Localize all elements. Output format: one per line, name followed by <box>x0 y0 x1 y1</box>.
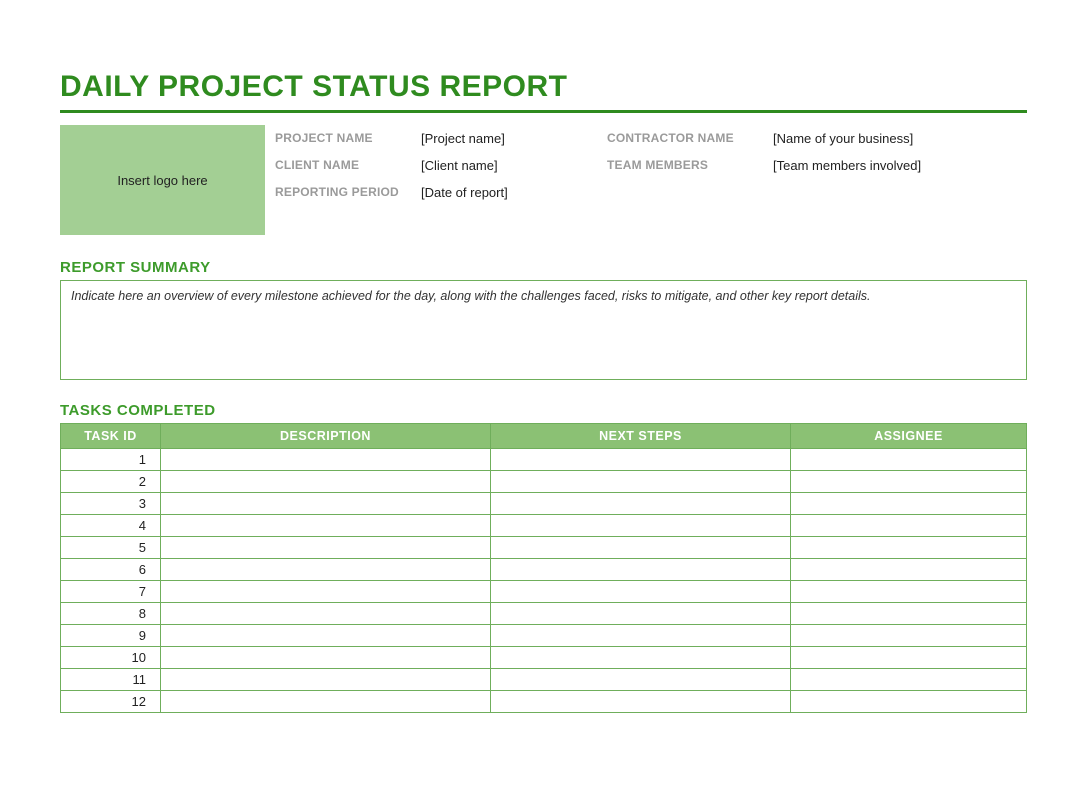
task-id-cell[interactable]: 4 <box>61 515 161 537</box>
task-next-steps-cell[interactable] <box>491 691 791 713</box>
contractor-name-value[interactable]: [Name of your business] <box>773 131 1027 146</box>
task-assignee-cell[interactable] <box>791 581 1027 603</box>
team-members-value[interactable]: [Team members involved] <box>773 158 1027 173</box>
task-description-cell[interactable] <box>161 449 491 471</box>
team-members-label: TEAM MEMBERS <box>607 158 767 173</box>
task-next-steps-cell[interactable] <box>491 471 791 493</box>
task-assignee-cell[interactable] <box>791 625 1027 647</box>
task-description-cell[interactable] <box>161 537 491 559</box>
task-next-steps-cell[interactable] <box>491 559 791 581</box>
task-id-cell[interactable]: 2 <box>61 471 161 493</box>
task-description-cell[interactable] <box>161 493 491 515</box>
task-id-cell[interactable]: 6 <box>61 559 161 581</box>
report-summary-box[interactable]: Indicate here an overview of every miles… <box>60 280 1027 380</box>
task-next-steps-cell[interactable] <box>491 581 791 603</box>
task-id-cell[interactable]: 8 <box>61 603 161 625</box>
task-next-steps-cell[interactable] <box>491 647 791 669</box>
task-next-steps-cell[interactable] <box>491 603 791 625</box>
task-next-steps-cell[interactable] <box>491 537 791 559</box>
task-description-cell[interactable] <box>161 581 491 603</box>
task-assignee-cell[interactable] <box>791 669 1027 691</box>
table-row: 10 <box>61 647 1027 669</box>
task-id-cell[interactable]: 9 <box>61 625 161 647</box>
task-id-cell[interactable]: 1 <box>61 449 161 471</box>
task-assignee-cell[interactable] <box>791 603 1027 625</box>
task-id-cell[interactable]: 10 <box>61 647 161 669</box>
client-name-value[interactable]: [Client name] <box>421 158 601 173</box>
task-description-cell[interactable] <box>161 691 491 713</box>
task-id-cell[interactable]: 12 <box>61 691 161 713</box>
task-description-cell[interactable] <box>161 471 491 493</box>
table-row: 4 <box>61 515 1027 537</box>
table-row: 5 <box>61 537 1027 559</box>
reporting-period-value[interactable]: [Date of report] <box>421 185 601 200</box>
task-id-cell[interactable]: 7 <box>61 581 161 603</box>
logo-placeholder[interactable]: Insert logo here <box>60 125 265 235</box>
task-description-cell[interactable] <box>161 559 491 581</box>
table-row: 9 <box>61 625 1027 647</box>
task-assignee-cell[interactable] <box>791 449 1027 471</box>
contractor-name-label: CONTRACTOR NAME <box>607 131 767 146</box>
tasks-table: TASK ID DESCRIPTION NEXT STEPS ASSIGNEE … <box>60 423 1027 713</box>
page-title: DAILY PROJECT STATUS REPORT <box>60 70 1027 113</box>
col-description: DESCRIPTION <box>161 424 491 449</box>
task-description-cell[interactable] <box>161 647 491 669</box>
table-row: 8 <box>61 603 1027 625</box>
task-next-steps-cell[interactable] <box>491 515 791 537</box>
table-row: 1 <box>61 449 1027 471</box>
task-assignee-cell[interactable] <box>791 647 1027 669</box>
task-assignee-cell[interactable] <box>791 471 1027 493</box>
info-area: Insert logo here PROJECT NAME [Project n… <box>60 125 1027 235</box>
task-assignee-cell[interactable] <box>791 515 1027 537</box>
client-name-label: CLIENT NAME <box>275 158 415 173</box>
tasks-header-row: TASK ID DESCRIPTION NEXT STEPS ASSIGNEE <box>61 424 1027 449</box>
col-assignee: ASSIGNEE <box>791 424 1027 449</box>
task-description-cell[interactable] <box>161 669 491 691</box>
task-description-cell[interactable] <box>161 515 491 537</box>
project-name-value[interactable]: [Project name] <box>421 131 601 146</box>
project-name-label: PROJECT NAME <box>275 131 415 146</box>
task-assignee-cell[interactable] <box>791 691 1027 713</box>
table-row: 6 <box>61 559 1027 581</box>
table-row: 7 <box>61 581 1027 603</box>
task-assignee-cell[interactable] <box>791 559 1027 581</box>
col-next-steps: NEXT STEPS <box>491 424 791 449</box>
tasks-completed-heading: TASKS COMPLETED <box>60 402 1027 419</box>
task-description-cell[interactable] <box>161 625 491 647</box>
reporting-period-label: REPORTING PERIOD <box>275 185 415 200</box>
col-task-id: TASK ID <box>61 424 161 449</box>
report-summary-heading: REPORT SUMMARY <box>60 259 1027 276</box>
table-row: 12 <box>61 691 1027 713</box>
table-row: 11 <box>61 669 1027 691</box>
task-description-cell[interactable] <box>161 603 491 625</box>
task-assignee-cell[interactable] <box>791 537 1027 559</box>
task-id-cell[interactable]: 11 <box>61 669 161 691</box>
task-id-cell[interactable]: 3 <box>61 493 161 515</box>
table-row: 2 <box>61 471 1027 493</box>
task-next-steps-cell[interactable] <box>491 449 791 471</box>
task-assignee-cell[interactable] <box>791 493 1027 515</box>
task-id-cell[interactable]: 5 <box>61 537 161 559</box>
task-next-steps-cell[interactable] <box>491 669 791 691</box>
task-next-steps-cell[interactable] <box>491 493 791 515</box>
task-next-steps-cell[interactable] <box>491 625 791 647</box>
table-row: 3 <box>61 493 1027 515</box>
